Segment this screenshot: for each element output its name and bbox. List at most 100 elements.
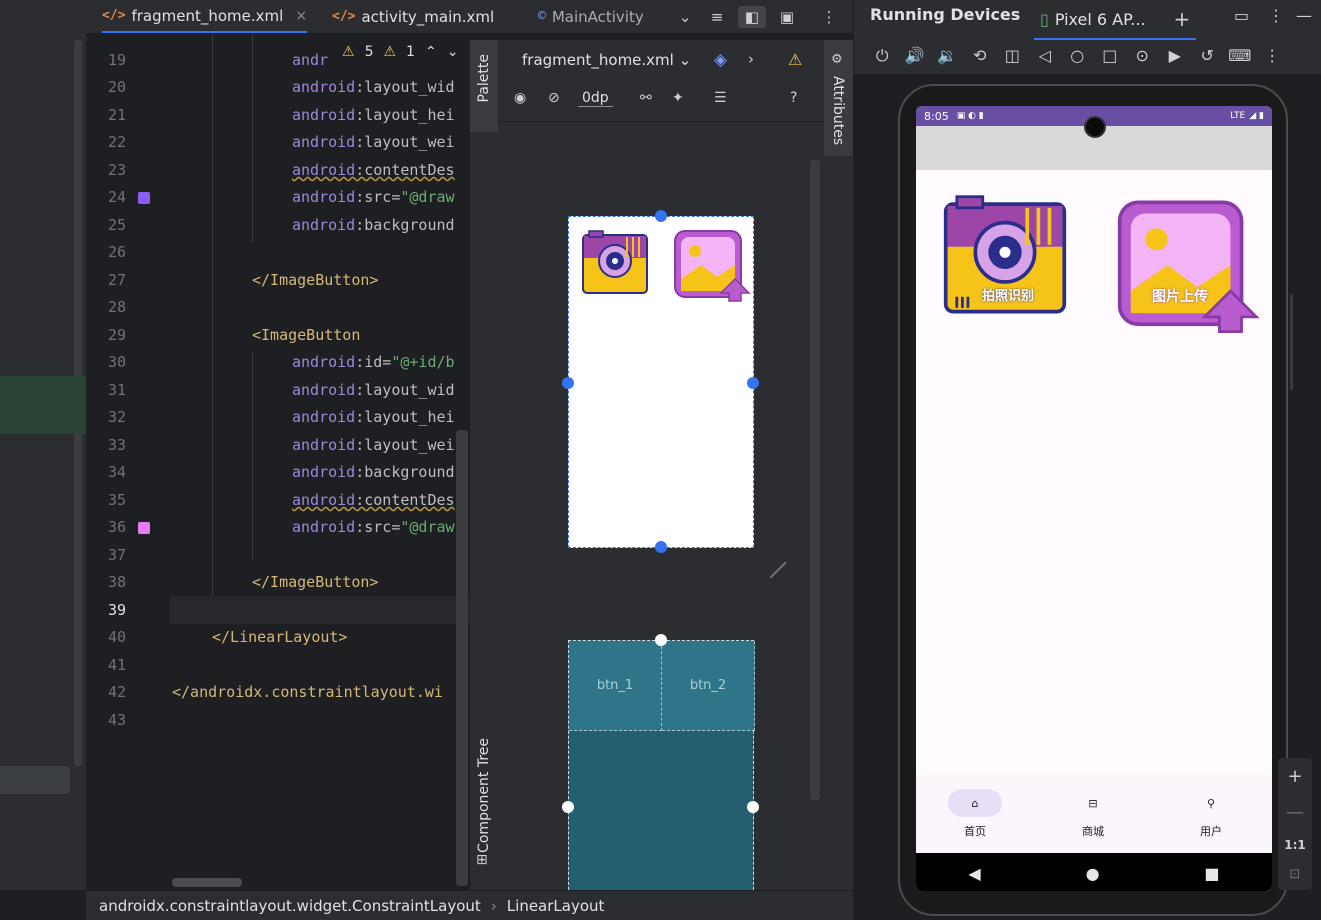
infer-constraints-icon[interactable]: ✦ bbox=[672, 90, 684, 106]
more-options-icon[interactable]: ⋮ bbox=[818, 6, 840, 28]
tab-main-activity[interactable]: © MainActivity bbox=[538, 0, 644, 33]
system-navigation-bar: ◀ ● ■ bbox=[916, 853, 1272, 891]
project-chip[interactable] bbox=[0, 766, 70, 794]
keyboard-icon[interactable]: ⌨ bbox=[1224, 46, 1257, 66]
resize-handle[interactable] bbox=[747, 801, 759, 813]
nav-item-store[interactable]: ⊟ 商城 bbox=[1034, 775, 1152, 853]
resize-handle[interactable] bbox=[655, 634, 667, 646]
device-tab-label: Pixel 6 AP... bbox=[1054, 9, 1146, 29]
tab-fragment-home[interactable]: </> fragment_home.xml × bbox=[102, 0, 308, 33]
code-token: "@draw bbox=[400, 188, 455, 206]
code-line: android:contentDes bbox=[292, 157, 455, 184]
breadcrumb-item[interactable]: androidx.constraintlayout.widget.Constra… bbox=[99, 897, 481, 915]
previous-highlight-icon[interactable]: ⌃ bbox=[425, 44, 437, 60]
volume-down-icon[interactable]: 🔉 bbox=[931, 46, 964, 66]
resize-handle[interactable] bbox=[562, 801, 574, 813]
blueprint-btn-2[interactable]: btn_2 bbox=[662, 641, 755, 731]
minimize-icon[interactable]: — bbox=[1296, 6, 1312, 25]
design-view-icon[interactable]: ▣ bbox=[776, 6, 798, 28]
next-highlight-icon[interactable]: ⌄ bbox=[447, 44, 459, 60]
blueprint-surface[interactable]: btn_1 btn_2 bbox=[562, 634, 759, 900]
volume-up-icon[interactable]: 🔊 bbox=[899, 46, 932, 66]
more-options-icon[interactable]: ⋮ bbox=[1256, 46, 1289, 66]
nav-item-home[interactable]: ⌂ 首页 bbox=[916, 775, 1034, 853]
screenshot-icon[interactable]: ⊙ bbox=[1126, 46, 1159, 66]
resize-handle[interactable] bbox=[655, 541, 667, 553]
layout-design-pane[interactable]: fragment_home.xml ⌄ ◈ › ⚠ ◉ ⊘ 0dp ⚯ ✦ ☰ … bbox=[498, 40, 824, 900]
split-view-icon[interactable]: ◧ bbox=[738, 6, 766, 28]
design-preview-surface[interactable] bbox=[562, 210, 759, 553]
upload-button-image[interactable] bbox=[673, 229, 751, 303]
back-icon[interactable]: ◀ bbox=[968, 864, 980, 883]
fold-icon[interactable]: ◫ bbox=[996, 46, 1029, 66]
screen-record-icon[interactable]: ▶ bbox=[1159, 46, 1192, 66]
tab-label: fragment_home.xml bbox=[131, 6, 284, 25]
device-tab[interactable]: ▯ Pixel 6 AP... + bbox=[1034, 0, 1197, 40]
rotate-left-icon[interactable]: ⟲ bbox=[964, 46, 997, 66]
inspection-widget[interactable]: ⚠ 5 ⚠ 1 ⌃ ⌄ bbox=[342, 44, 459, 60]
camera-button-image[interactable] bbox=[581, 229, 649, 297]
home-icon[interactable]: ○ bbox=[1061, 46, 1094, 66]
layers-icon[interactable]: ◈ bbox=[714, 50, 727, 70]
clear-constraints-icon[interactable]: ⚯ bbox=[640, 90, 652, 106]
resize-handle[interactable] bbox=[655, 210, 667, 222]
overview-icon[interactable]: ■ bbox=[1204, 864, 1219, 883]
warning-icon[interactable]: ⚠ bbox=[788, 50, 802, 69]
design-scrollbar[interactable] bbox=[810, 160, 820, 800]
zoom-in-icon[interactable]: + bbox=[1287, 766, 1302, 787]
image-resource-icon[interactable] bbox=[138, 522, 150, 534]
zoom-fit-icon[interactable]: ⊡ bbox=[1290, 867, 1301, 882]
default-margin-field[interactable]: 0dp bbox=[578, 90, 613, 107]
component-tree-tab[interactable]: Component Tree ⊞ bbox=[470, 724, 498, 872]
editor-scrollbar[interactable] bbox=[456, 430, 468, 886]
code-line: android:id="@+id/b bbox=[292, 349, 455, 376]
more-options-icon[interactable]: ⋮ bbox=[1268, 6, 1284, 25]
nav-item-user[interactable]: ⚲ 用户 bbox=[1152, 775, 1270, 853]
back-icon[interactable]: ◁ bbox=[1029, 46, 1062, 66]
horizontal-scrollbar[interactable] bbox=[172, 878, 242, 887]
line-number: 22 bbox=[107, 133, 126, 151]
line-number: 25 bbox=[107, 216, 126, 234]
bottom-navigation: ⌂ 首页 ⊟ 商城 ⚲ 用户 bbox=[916, 775, 1272, 853]
palette-tab[interactable]: Palette bbox=[470, 40, 498, 132]
guidelines-icon[interactable]: ☰ bbox=[714, 90, 727, 106]
zoom-out-icon[interactable]: — bbox=[1286, 802, 1304, 823]
power-icon[interactable]: ⏻ bbox=[866, 46, 899, 66]
running-devices-title: Running Devices bbox=[870, 5, 1021, 24]
line-number: 42 bbox=[107, 683, 126, 701]
chevron-right-icon[interactable]: › bbox=[748, 50, 754, 68]
resize-handle[interactable] bbox=[747, 377, 759, 389]
device-screen[interactable]: 8:05 ▣ ◐ ▮ LTE ◢ ▮ 拍照识别 图片上传 ⌂ 首页 ⊟ 商城 ⚲… bbox=[916, 106, 1272, 891]
code-token: :background bbox=[355, 463, 455, 481]
layout-file-selector[interactable]: fragment_home.xml ⌄ bbox=[522, 51, 691, 69]
help-icon[interactable]: ? bbox=[790, 90, 797, 106]
attributes-tab[interactable]: ⚙ Attributes bbox=[824, 40, 853, 156]
line-number: 32 bbox=[107, 408, 126, 426]
magnet-off-icon[interactable]: ⊘ bbox=[548, 90, 560, 106]
code-token: :layout_wei bbox=[355, 436, 455, 454]
chevron-down-icon[interactable]: ⌄ bbox=[674, 6, 696, 28]
palette-side-strip: Palette Component Tree ⊞ bbox=[470, 40, 498, 890]
line-number: 39 bbox=[107, 601, 126, 619]
resize-handle[interactable] bbox=[562, 377, 574, 389]
code-token: android bbox=[292, 463, 356, 481]
blueprint-btn-1[interactable]: btn_1 bbox=[569, 641, 662, 731]
image-resource-icon[interactable] bbox=[138, 192, 150, 204]
code-token: android bbox=[292, 518, 356, 536]
tab-activity-main[interactable]: </> activity_main.xml bbox=[332, 0, 494, 33]
code-editor[interactable]: 19 20 21 22 23 24 25 26 27 28 29 30 31 3… bbox=[86, 34, 554, 890]
code-view-icon[interactable]: ≡ bbox=[706, 6, 728, 28]
zoom-actual-size[interactable]: 1:1 bbox=[1284, 838, 1306, 852]
device-frame: 8:05 ▣ ◐ ▮ LTE ◢ ▮ 拍照识别 图片上传 ⌂ 首页 ⊟ 商城 ⚲… bbox=[898, 84, 1288, 916]
upload-button[interactable] bbox=[1116, 198, 1260, 336]
breadcrumb-item[interactable]: LinearLayout bbox=[507, 897, 605, 915]
reset-icon[interactable]: ↺ bbox=[1191, 46, 1224, 66]
close-tab-icon[interactable]: × bbox=[295, 8, 307, 24]
add-device-icon[interactable]: + bbox=[1174, 7, 1191, 31]
code-token: android bbox=[292, 161, 356, 179]
code-token: :layout_wid bbox=[355, 381, 455, 399]
overview-icon[interactable]: □ bbox=[1094, 46, 1127, 66]
eye-icon[interactable]: ◉ bbox=[514, 90, 526, 106]
home-icon[interactable]: ● bbox=[1086, 864, 1100, 883]
window-icon[interactable]: ▭ bbox=[1234, 6, 1249, 25]
